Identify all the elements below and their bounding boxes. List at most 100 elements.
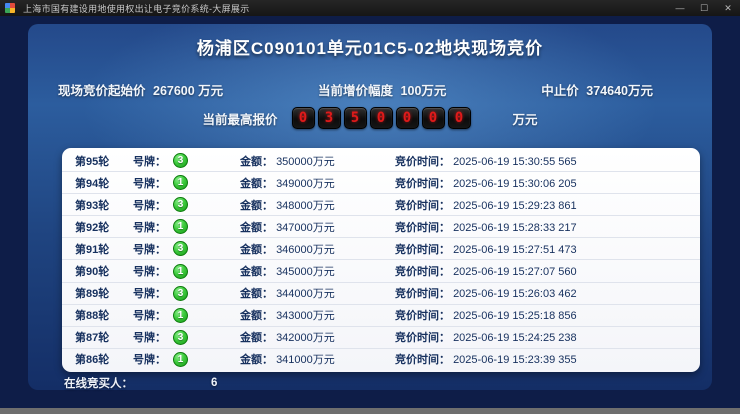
- amount-label: 金额：: [240, 156, 273, 168]
- bid-digit: 0: [292, 107, 315, 129]
- ceiling-price-value: 374640万元: [586, 84, 653, 98]
- amount-label: 金额：: [240, 266, 273, 278]
- bidder-plate-badge: 3: [173, 286, 188, 301]
- bidder-plate-badge: 1: [173, 308, 188, 323]
- amount-value: 347000万元: [276, 222, 335, 234]
- amount-cell: 金额： 344000万元: [240, 285, 395, 301]
- amount-label: 金额：: [240, 222, 273, 234]
- amount-cell: 金额： 350000万元: [240, 153, 395, 169]
- bidder-plate-badge: 3: [173, 241, 188, 256]
- highest-bid-label: 当前最高报价: [202, 109, 277, 128]
- bid-round-row: 第92轮 号牌： 1 金额： 347000万元 竞价时间： 2025-06-19…: [62, 216, 700, 238]
- maximize-icon[interactable]: ☐: [692, 0, 716, 16]
- bidder-plate-badge: 1: [173, 175, 188, 190]
- ceiling-price-label: 中止价: [541, 84, 579, 98]
- plate-cell: 号牌： 3: [133, 285, 240, 301]
- bid-digit: 5: [344, 107, 367, 129]
- amount-value: 350000万元: [276, 156, 335, 168]
- amount-label: 金额：: [240, 200, 273, 212]
- bid-round-row: 第87轮 号牌： 3 金额： 342000万元 竞价时间： 2025-06-19…: [62, 327, 700, 349]
- amount-label: 金额：: [240, 332, 273, 344]
- time-value: 2025-06-19 15:29:23 861: [453, 200, 577, 212]
- plate-label: 号牌：: [133, 329, 166, 345]
- start-price-label: 现场竞价起始价: [58, 84, 146, 98]
- screen-edge-strip: [0, 408, 740, 414]
- highest-bid-digit-display: 0350000: [292, 107, 471, 129]
- bid-digit: 0: [396, 107, 419, 129]
- time-cell: 竞价时间： 2025-06-19 15:28:33 217: [395, 219, 700, 235]
- time-cell: 竞价时间： 2025-06-19 15:26:03 462: [395, 285, 700, 301]
- plate-label: 号牌：: [133, 351, 166, 367]
- app-icon: [5, 3, 15, 13]
- bid-round-row: 第88轮 号牌： 1 金额： 343000万元 竞价时间： 2025-06-19…: [62, 305, 700, 327]
- online-bidders-status: 在线竞买人： 6: [64, 375, 217, 391]
- round-number: 第92轮: [75, 219, 133, 235]
- increment: 当前增价幅度 100万元: [318, 80, 446, 99]
- bid-digit: 0: [370, 107, 393, 129]
- bidder-plate-badge: 3: [173, 330, 188, 345]
- price-info-row: 现场竞价起始价 267600 万元 当前增价幅度 100万元 中止价 37464…: [58, 80, 653, 99]
- window-titlebar: 上海市国有建设用地使用权出让电子竞价系统-大屏展示 — ☐ ✕: [0, 0, 740, 16]
- plate-cell: 号牌： 1: [133, 219, 240, 235]
- amount-label: 金额：: [240, 244, 273, 256]
- time-cell: 竞价时间： 2025-06-19 15:23:39 355: [395, 351, 700, 367]
- plate-cell: 号牌： 3: [133, 329, 240, 345]
- plate-cell: 号牌： 1: [133, 351, 240, 367]
- window-controls: — ☐ ✕: [668, 0, 740, 16]
- plate-cell: 号牌： 1: [133, 263, 240, 279]
- bid-round-row: 第93轮 号牌： 3 金额： 348000万元 竞价时间： 2025-06-19…: [62, 194, 700, 216]
- amount-cell: 金额： 346000万元: [240, 241, 395, 257]
- amount-cell: 金额： 342000万元: [240, 329, 395, 345]
- plate-cell: 号牌： 1: [133, 175, 240, 191]
- amount-value: 348000万元: [276, 200, 335, 212]
- increment-label: 当前增价幅度: [318, 84, 393, 98]
- online-bidders-count: 6: [211, 377, 217, 389]
- close-icon[interactable]: ✕: [716, 0, 740, 16]
- minimize-icon[interactable]: —: [668, 0, 692, 16]
- bid-digit: 0: [422, 107, 445, 129]
- time-value: 2025-06-19 15:24:25 238: [453, 332, 577, 344]
- bid-round-row: 第86轮 号牌： 1 金额： 341000万元 竞价时间： 2025-06-19…: [62, 349, 700, 370]
- time-value: 2025-06-19 15:27:51 473: [453, 244, 577, 256]
- amount-value: 346000万元: [276, 244, 335, 256]
- time-cell: 竞价时间： 2025-06-19 15:27:07 560: [395, 263, 700, 279]
- time-cell: 竞价时间： 2025-06-19 15:24:25 238: [395, 329, 700, 345]
- time-value: 2025-06-19 15:30:06 205: [453, 178, 577, 190]
- amount-label: 金额：: [240, 288, 273, 300]
- ceiling-price: 中止价 374640万元: [541, 80, 653, 99]
- time-value: 2025-06-19 15:28:33 217: [453, 222, 577, 234]
- time-value: 2025-06-19 15:27:07 560: [453, 266, 577, 278]
- amount-value: 349000万元: [276, 178, 335, 190]
- time-value: 2025-06-19 15:26:03 462: [453, 288, 577, 300]
- bid-digit: 0: [448, 107, 471, 129]
- plate-label: 号牌：: [133, 263, 166, 279]
- time-cell: 竞价时间： 2025-06-19 15:25:18 856: [395, 307, 700, 323]
- time-cell: 竞价时间： 2025-06-19 15:30:55 565: [395, 153, 700, 169]
- amount-label: 金额：: [240, 354, 273, 366]
- plate-cell: 号牌： 3: [133, 153, 240, 169]
- time-label: 竞价时间：: [395, 310, 450, 322]
- time-label: 竞价时间：: [395, 244, 450, 256]
- amount-label: 金额：: [240, 178, 273, 190]
- round-number: 第94轮: [75, 175, 133, 191]
- plate-label: 号牌：: [133, 197, 166, 213]
- amount-label: 金额：: [240, 310, 273, 322]
- time-value: 2025-06-19 15:23:39 355: [453, 354, 577, 366]
- amount-value: 342000万元: [276, 332, 335, 344]
- time-value: 2025-06-19 15:30:55 565: [453, 156, 577, 168]
- bidder-plate-badge: 1: [173, 264, 188, 279]
- amount-cell: 金额： 343000万元: [240, 307, 395, 323]
- amount-value: 341000万元: [276, 354, 335, 366]
- increment-value: 100万元: [401, 84, 447, 98]
- plate-label: 号牌：: [133, 219, 166, 235]
- bidder-plate-badge: 3: [173, 153, 188, 168]
- round-number: 第91轮: [75, 241, 133, 257]
- amount-cell: 金额： 341000万元: [240, 351, 395, 367]
- start-price-value: 267600 万元: [153, 84, 223, 98]
- auction-display-window: 上海市国有建设用地使用权出让电子竞价系统-大屏展示 — ☐ ✕ 杨浦区C0901…: [0, 0, 740, 414]
- bidder-plate-badge: 3: [173, 197, 188, 212]
- plate-cell: 号牌： 3: [133, 197, 240, 213]
- time-label: 竞价时间：: [395, 222, 450, 234]
- time-label: 竞价时间：: [395, 332, 450, 344]
- bid-round-row: 第94轮 号牌： 1 金额： 349000万元 竞价时间： 2025-06-19…: [62, 172, 700, 194]
